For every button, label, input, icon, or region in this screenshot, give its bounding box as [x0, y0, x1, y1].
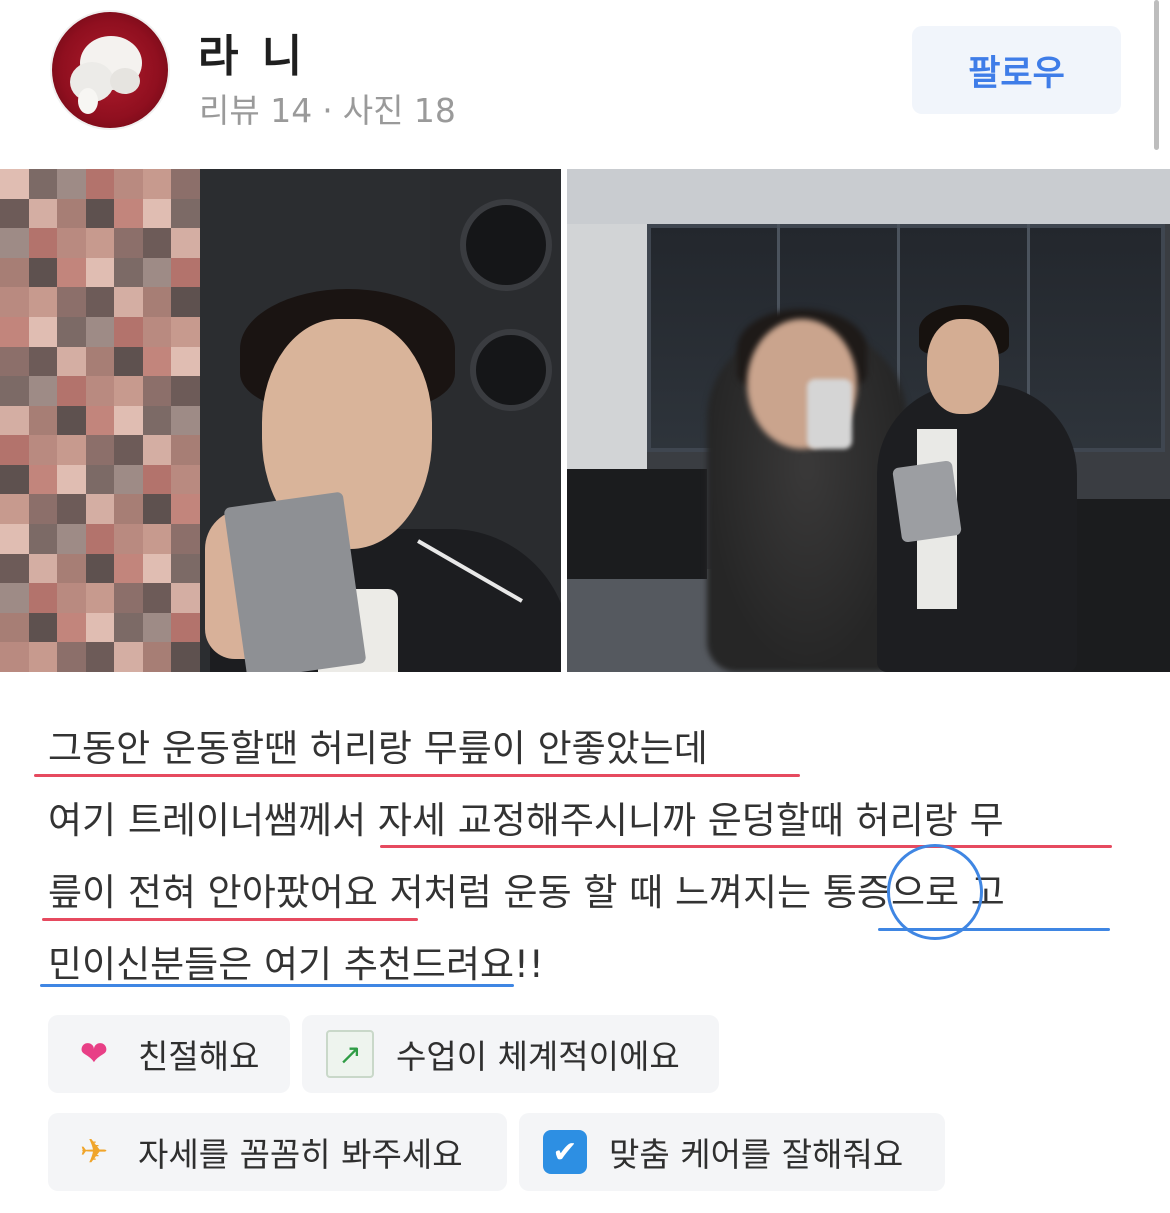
red-underline	[34, 774, 800, 777]
photo-count: 사진 18	[342, 91, 456, 130]
profile-name[interactable]: 라 니	[198, 20, 306, 84]
stats-separator: ·	[322, 91, 333, 130]
red-underline	[380, 845, 1112, 848]
blue-circle-annotation	[887, 844, 983, 940]
tag-label: 수업이 체계적이에요	[396, 1037, 680, 1076]
chart-increasing-icon: ↗	[326, 1030, 374, 1078]
keyword-tag: ✈ 자세를 꼼꼼히 봐주세요	[48, 1113, 507, 1191]
blue-underline	[40, 984, 514, 987]
follow-button[interactable]: 팔로우	[912, 26, 1121, 114]
review-photo-2[interactable]	[567, 169, 1170, 672]
keyword-tag: ✔ 맞춤 케어를 잘해줘요	[519, 1113, 945, 1191]
review-count: 리뷰 14	[199, 91, 313, 130]
heart-icon: ❤	[79, 1034, 109, 1074]
check-box-icon: ✔	[543, 1130, 587, 1174]
review-photo-1[interactable]	[0, 169, 561, 672]
pixelated-face	[0, 169, 200, 672]
lunge-person-icon: ✈	[79, 1132, 109, 1172]
tag-label: 친절해요	[138, 1037, 260, 1076]
avatar[interactable]	[52, 12, 168, 128]
keyword-tag: ↗ 수업이 체계적이에요	[302, 1015, 719, 1093]
keyword-tag: ❤ 친절해요	[48, 1015, 290, 1093]
review-line: 민이신분들은 여기 추천드려요!!	[48, 943, 544, 986]
tag-label: 자세를 꼼꼼히 봐주세요	[138, 1135, 463, 1174]
scrollbar[interactable]	[1154, 0, 1159, 150]
tag-label: 맞춤 케어를 잘해줘요	[609, 1135, 904, 1174]
profile-stats: 리뷰 14 · 사진 18	[199, 84, 456, 132]
red-underline	[42, 918, 418, 921]
